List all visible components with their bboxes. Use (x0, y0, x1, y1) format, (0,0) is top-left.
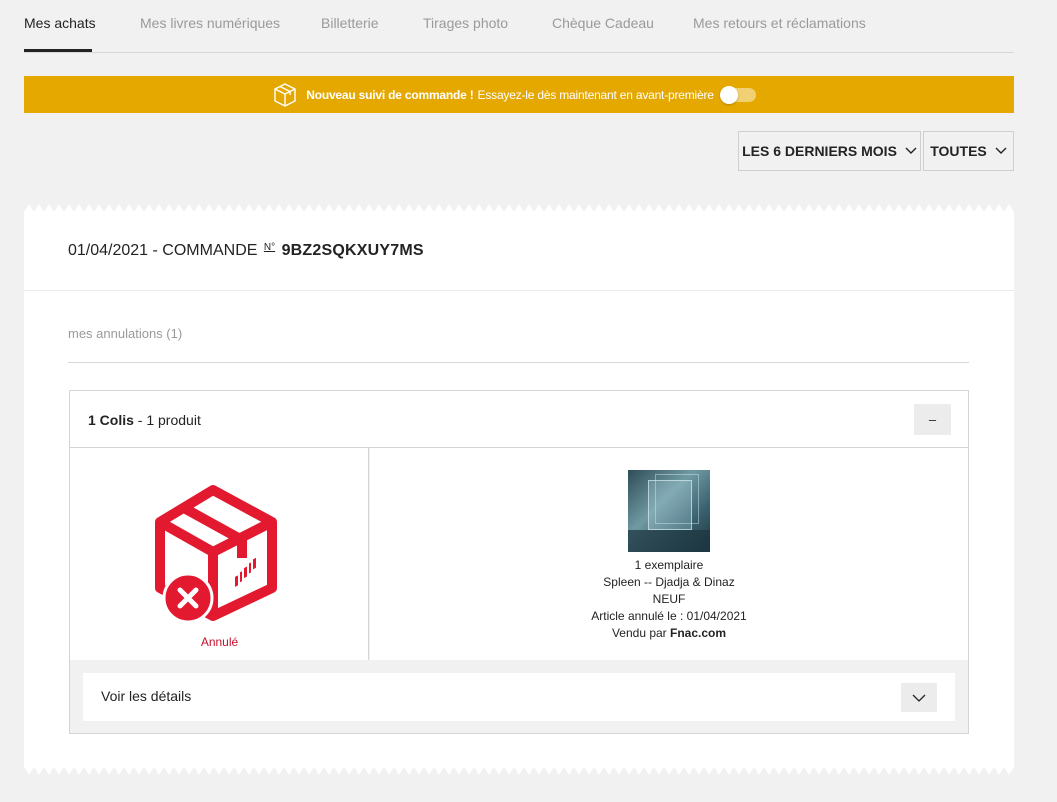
order-card: 01/04/2021 - COMMANDE N° 9BZ2SQKXUY7MS m… (24, 211, 1014, 768)
product-panel: 1 exemplaire Spleen -- Djadja & Dinaz NE… (370, 448, 968, 660)
collapse-button[interactable]: – (914, 404, 951, 435)
package-status: Annulé (200, 635, 239, 649)
cancelled-package-icon (155, 485, 277, 622)
order-tracking-banner: Nouveau suivi de commande ! Essayez-le d… (24, 76, 1014, 113)
order-number-symbol: N° (263, 242, 276, 253)
card-bottom-edge (24, 767, 1014, 775)
product-info: 1 exemplaire Spleen -- Djadja & Dinaz NE… (370, 557, 968, 642)
tab-cheque-cadeau[interactable]: Chèque Cadeau (552, 15, 654, 31)
product-title: Spleen -- Djadja & Dinaz (603, 575, 735, 589)
chevron-down-icon (995, 147, 1007, 154)
package-panel: 1 Colis - 1 produit – Annulé 1 exemplair… (69, 390, 969, 734)
seller-name: Fnac.com (670, 626, 727, 640)
banner-text: Essayez-le dès maintenant en avant-premi… (477, 87, 714, 102)
type-filter-label: TOUTES (930, 143, 987, 159)
chevron-down-icon (905, 147, 917, 154)
cover-art-cube (648, 480, 692, 530)
cover-art-water (628, 530, 710, 552)
details-expand-button[interactable] (901, 683, 937, 712)
period-filter-label: LES 6 DERNIERS MOIS (742, 143, 897, 159)
divider (68, 362, 969, 363)
tab-tirages-photo[interactable]: Tirages photo (423, 15, 508, 31)
tab-mes-achats[interactable]: Mes achats (24, 15, 96, 31)
order-label: - COMMANDE (152, 242, 258, 259)
order-date: 01/04/2021 (68, 242, 149, 259)
product-seller: Vendu par Fnac.com (370, 625, 968, 642)
package-icon (274, 82, 296, 107)
tab-billetterie[interactable]: Billetterie (321, 15, 379, 31)
package-count: 1 Colis (88, 412, 134, 428)
details-label: Voir les détails (101, 688, 192, 704)
tab-retours-reclamations[interactable]: Mes retours et réclamations (693, 15, 866, 31)
divider (24, 290, 1014, 291)
purchases-tabs: Mes achats Mes livres numériques Billett… (24, 0, 1014, 53)
seller-prefix: Vendu par (611, 626, 667, 640)
chevron-down-icon (912, 694, 926, 702)
details-accordion[interactable]: Voir les détails (83, 673, 955, 721)
type-filter-dropdown[interactable]: TOUTES (923, 131, 1014, 171)
banner-bold-text: Nouveau suivi de commande ! (306, 87, 474, 102)
package-summary: 1 Colis - 1 produit (88, 412, 201, 428)
tab-livres-numeriques[interactable]: Mes livres numériques (140, 15, 280, 31)
period-filter-dropdown[interactable]: LES 6 DERNIERS MOIS (738, 131, 921, 171)
active-tab-indicator (24, 49, 92, 52)
package-header: 1 Colis - 1 produit – (70, 391, 968, 448)
order-title: 01/04/2021 - COMMANDE N° 9BZ2SQKXUY7MS (68, 242, 424, 260)
order-number: 9BZ2SQKXUY7MS (281, 242, 424, 259)
cancellations-heading: mes annulations (1) (68, 326, 183, 341)
product-cancel-date: Article annulé le : 01/04/2021 (591, 609, 747, 623)
package-status-panel: Annulé (70, 448, 369, 660)
product-cover-image[interactable] (628, 470, 710, 552)
product-condition: NEUF (652, 592, 686, 606)
new-tracking-toggle[interactable] (719, 85, 756, 104)
toggle-knob (719, 85, 738, 104)
product-count: - 1 produit (137, 412, 201, 428)
product-quantity: 1 exemplaire (634, 558, 704, 572)
